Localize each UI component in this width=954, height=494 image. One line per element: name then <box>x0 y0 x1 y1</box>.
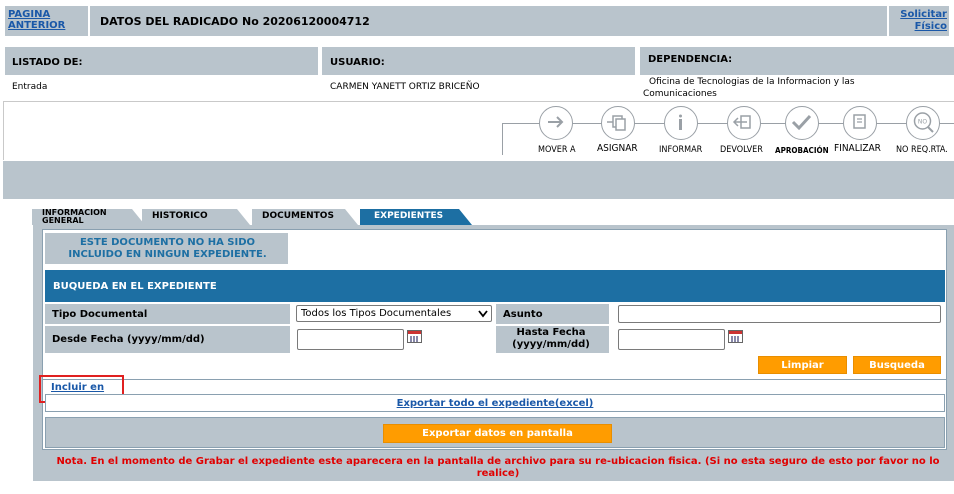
inform-icon[interactable] <box>664 106 698 140</box>
no-reply-icon-button[interactable]: NO <box>906 106 940 140</box>
notice-text: ESTE DOCUMENTO NO HA SIDO INCLUIDO EN NI… <box>68 237 267 260</box>
search-title: BUQUEDA EN EL EXPEDIENTE <box>53 281 217 292</box>
asunto-label: Asunto <box>503 309 543 320</box>
info-icon <box>679 114 682 130</box>
desde-label: Desde Fecha (yyyy/mm/dd) <box>52 334 205 345</box>
finalize-icon <box>853 114 866 129</box>
assign-icon[interactable] <box>601 106 635 140</box>
export-screen-button[interactable]: Exportar datos en pantalla <box>383 424 612 443</box>
arrow-right-icon <box>548 116 564 128</box>
note-text: Nota. En el momento de Grabar el expedie… <box>56 456 940 479</box>
clear-button[interactable]: Limpiar <box>758 356 847 374</box>
tab-general-info[interactable]: INFORMACION GENERAL <box>32 209 145 225</box>
assign-label[interactable]: ASIGNAR <box>597 143 638 154</box>
section-band <box>3 161 954 199</box>
approve-icon[interactable] <box>785 106 819 140</box>
tab-history[interactable]: HISTORICO <box>142 209 250 225</box>
export-all-link[interactable]: Exportar todo el expediente(excel) <box>45 398 945 409</box>
move-to-label[interactable]: MOVER A <box>538 145 576 155</box>
hasta-label: Hasta Fecha (yyyy/mm/dd) <box>512 327 590 350</box>
usuario-label: USUARIO: <box>330 57 385 68</box>
inform-label[interactable]: INFORMAR <box>659 145 702 155</box>
desde-date-input[interactable] <box>297 329 404 350</box>
svg-text:NO: NO <box>918 119 927 126</box>
return-icon <box>732 115 751 129</box>
finalize-label[interactable]: FINALIZAR <box>834 143 881 154</box>
move-to-icon[interactable] <box>539 106 573 140</box>
tab-label: EXPEDIENTES <box>374 211 444 221</box>
calendar-icon[interactable] <box>728 330 743 343</box>
tab-documents[interactable]: DOCUMENTOS <box>252 209 358 225</box>
listado-value: Entrada <box>12 82 48 92</box>
tipo-select[interactable]: Todos los Tipos Documentales <box>296 305 492 322</box>
return-icon-button[interactable] <box>727 106 761 140</box>
hasta-date-input[interactable] <box>618 329 725 350</box>
chevron-down-icon <box>478 310 488 318</box>
no-reply-label[interactable]: NO REQ.RTA. <box>896 145 948 155</box>
return-label[interactable]: DEVOLVER <box>720 145 763 155</box>
search-button[interactable]: Busqueda <box>853 356 941 374</box>
tipo-label: Tipo Documental <box>52 309 148 320</box>
finalize-icon-button[interactable] <box>843 106 877 140</box>
calendar-icon[interactable] <box>407 330 422 343</box>
no-reply-icon: NO <box>913 112 934 133</box>
checkmark-icon <box>791 114 812 131</box>
asunto-input[interactable] <box>618 305 941 323</box>
tab-label: HISTORICO <box>152 211 208 221</box>
toolbar-line-vertical <box>502 123 503 155</box>
tab-label: INFORMACION GENERAL <box>42 208 107 225</box>
page-title: DATOS DEL RADICADO No 20206120004712 <box>100 15 370 28</box>
usuario-value: CARMEN YANETT ORTIZ BRICEÑO <box>330 82 480 92</box>
dependencia-value: Oficina de Tecnologias de la Informacion… <box>643 77 855 99</box>
divider-line <box>42 379 947 380</box>
approve-label[interactable]: APROBACIÓN <box>775 146 829 155</box>
back-link[interactable]: PAGINA ANTERIOR <box>8 9 78 31</box>
tab-expedientes[interactable]: EXPEDIENTES <box>360 209 472 225</box>
assign-documents-icon <box>607 115 626 131</box>
dependencia-label: DEPENDENCIA: <box>648 54 733 65</box>
tipo-select-value: Todos los Tipos Documentales <box>301 308 452 319</box>
listado-label: LISTADO DE: <box>12 57 83 68</box>
tab-label: DOCUMENTOS <box>262 211 334 221</box>
request-physical-link[interactable]: Solicitar Físico <box>891 9 947 33</box>
